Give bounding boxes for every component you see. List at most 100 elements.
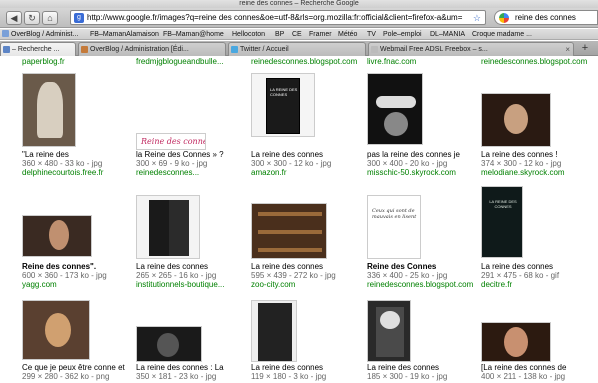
result-meta: 374 × 300 - 12 ko - jpg: [481, 159, 562, 168]
result-site[interactable]: institutionnels-boutique...: [136, 280, 225, 289]
result-thumbnail[interactable]: [251, 203, 327, 259]
close-tab-icon[interactable]: ×: [565, 43, 570, 56]
result-thumbnail[interactable]: [481, 93, 551, 147]
image-results-page: paperblog.fr fredmjgblogueandbulle... re…: [0, 57, 598, 383]
google-search-engine-icon[interactable]: [499, 13, 509, 23]
result-meta: 595 × 439 - 272 ko - jpg: [251, 271, 336, 280]
result-site[interactable]: zoo-city.com: [251, 280, 295, 289]
result-thumbnail[interactable]: [22, 73, 76, 147]
navigation-toolbar: ◀ ↻ ⌂ g http://www.google.fr/images?q=re…: [0, 8, 598, 28]
result-site[interactable]: yagg.com: [22, 280, 57, 289]
face-shape: [504, 104, 528, 134]
home-button[interactable]: ⌂: [42, 11, 58, 25]
shelf-shape: [258, 230, 322, 234]
search-box[interactable]: reine des connes: [494, 10, 598, 25]
result-meta: 300 × 400 - 20 ko - jpg: [367, 159, 448, 168]
result-title[interactable]: Ce que je peux être conne et: [22, 363, 140, 372]
result-title[interactable]: La reine des connes: [481, 262, 598, 271]
result-thumbnail[interactable]: Reine des connes: [136, 133, 206, 150]
result-site-link[interactable]: fredmjgblogueandbulle...: [136, 57, 224, 66]
result-thumbnail[interactable]: [136, 326, 202, 362]
tab-strip: – Recherche ... OverBlog / Administratio…: [0, 41, 598, 56]
hands-shape: [376, 96, 416, 108]
result-site-link[interactable]: reinedesconnes.blogspot.com: [481, 57, 587, 66]
bookmark-bp[interactable]: BP: [275, 29, 284, 39]
address-bar[interactable]: g http://www.google.fr/images?q=reine de…: [70, 10, 486, 25]
bookmark-overblog[interactable]: OverBlog / Administ...: [2, 29, 78, 39]
result-title[interactable]: [La reine des connes de: [481, 363, 598, 372]
result-title[interactable]: Reine des connes".: [22, 262, 140, 271]
bookmark-croque-madame[interactable]: Croque madame ...: [472, 29, 532, 39]
result-title[interactable]: La reine des connes: [136, 262, 254, 271]
result-thumbnail[interactable]: [22, 215, 92, 257]
result-meta: 300 × 300 - 12 ko - jpg: [251, 159, 332, 168]
reload-button[interactable]: ↻: [24, 11, 40, 25]
result-meta: 299 × 280 - 362 ko - png: [22, 372, 110, 381]
result-thumbnail[interactable]: [251, 300, 297, 362]
bookmark-fb-mamanalamaison[interactable]: FB–MamanAlamaison: [90, 29, 159, 39]
result-site[interactable]: reinedesconnes.blogspot.com: [367, 280, 473, 289]
back-button[interactable]: ◀: [6, 11, 22, 25]
bookmark-fb-maman-home[interactable]: FB–Maman@home: [163, 29, 224, 39]
result-meta: 300 × 69 - 9 ko - jpg: [136, 159, 208, 168]
result-title[interactable]: Reine des Connes: [367, 262, 485, 271]
result-thumbnail[interactable]: [481, 322, 551, 362]
result-title[interactable]: La reine des connes !: [481, 150, 598, 159]
result-thumbnail[interactable]: Ceux qui sont de mauvais en lisent: [367, 195, 421, 259]
result-title[interactable]: La reine des connes: [251, 363, 369, 372]
figure-drawing: [37, 82, 63, 138]
result-site[interactable]: melodiane.skyrock.com: [481, 168, 565, 177]
overblog-tab-icon: [81, 46, 88, 53]
google-tab-icon: [3, 46, 10, 53]
bookmark-dl-mania[interactable]: DL–MANIA: [430, 29, 465, 39]
book-cover: LA REINE DES CONNES: [266, 78, 300, 134]
mail-tab-icon: [371, 46, 378, 53]
tab-webmail-free[interactable]: Webmail Free ADSL Freebox – s... ×: [368, 42, 574, 56]
result-site[interactable]: decitre.fr: [481, 280, 512, 289]
result-meta: 400 × 211 - 138 ko - jpg: [481, 372, 566, 381]
bookmark-tv[interactable]: TV: [367, 29, 376, 39]
result-title[interactable]: La reine des connes : La: [136, 363, 254, 372]
reload-icon: ↻: [28, 13, 36, 23]
bookmark-ce[interactable]: CE: [292, 29, 302, 39]
result-thumbnail[interactable]: [136, 195, 200, 259]
home-icon: ⌂: [47, 13, 53, 23]
bookmark-pole-emploi[interactable]: Pole–emploi: [383, 29, 422, 39]
face-shape: [504, 327, 528, 357]
result-meta: 185 × 300 - 19 ko - jpg: [367, 372, 448, 381]
result-thumbnail[interactable]: [367, 73, 423, 145]
result-site[interactable]: reinedesconnes...: [136, 168, 199, 177]
result-thumbnail[interactable]: [367, 300, 411, 362]
result-thumbnail[interactable]: LA REINE DES CONNES: [251, 73, 315, 137]
result-site-link[interactable]: paperblog.fr: [22, 57, 65, 66]
bookmark-favicon-icon: [2, 30, 9, 37]
bookmarks-bar: OverBlog / Administ... FB–MamanAlamaison…: [0, 29, 598, 40]
bookmark-hellocoton[interactable]: Hellocoton: [232, 29, 265, 39]
result-meta: 291 × 475 - 68 ko - gif: [481, 271, 560, 280]
book-cover-text: LA REINE DES CONNES: [489, 199, 517, 209]
tab-google-images[interactable]: – Recherche ...: [0, 42, 76, 56]
tab-overblog[interactable]: OverBlog / Administration [Édi...: [78, 42, 226, 56]
result-site-link[interactable]: reinedesconnes.blogspot.com: [251, 57, 357, 66]
bookmark-star-icon[interactable]: ☆: [473, 12, 481, 24]
bookmark-meteo[interactable]: Météo: [338, 29, 357, 39]
result-site-link[interactable]: livre.fnac.com: [367, 57, 416, 66]
new-tab-button[interactable]: +: [578, 43, 592, 55]
tab-twitter[interactable]: Twitter / Accueil: [228, 42, 366, 56]
result-thumbnail[interactable]: LA REINE DES CONNES: [481, 186, 523, 258]
result-thumbnail[interactable]: [22, 300, 90, 360]
result-title[interactable]: la Reine des Connes » ?: [136, 150, 254, 159]
previous-row-sites: paperblog.fr fredmjgblogueandbulle... re…: [0, 57, 598, 67]
face-shape: [157, 333, 179, 357]
result-title[interactable]: La reine des connes: [251, 262, 369, 271]
result-site[interactable]: misschic-50.skyrock.com: [367, 168, 456, 177]
result-title[interactable]: La reine des connes: [367, 363, 485, 372]
result-title[interactable]: La reine des connes: [251, 150, 369, 159]
result-site[interactable]: amazon.fr: [251, 168, 287, 177]
result-meta: 119 × 180 - 3 ko - jpg: [251, 372, 327, 381]
result-title[interactable]: pas la reine des connes je: [367, 150, 485, 159]
book-cover-text: LA REINE DES CONNES: [270, 87, 298, 97]
result-title[interactable]: "La reine des: [22, 150, 140, 159]
bookmark-framer[interactable]: Framer: [309, 29, 332, 39]
result-site[interactable]: delphinecourtois.free.fr: [22, 168, 103, 177]
